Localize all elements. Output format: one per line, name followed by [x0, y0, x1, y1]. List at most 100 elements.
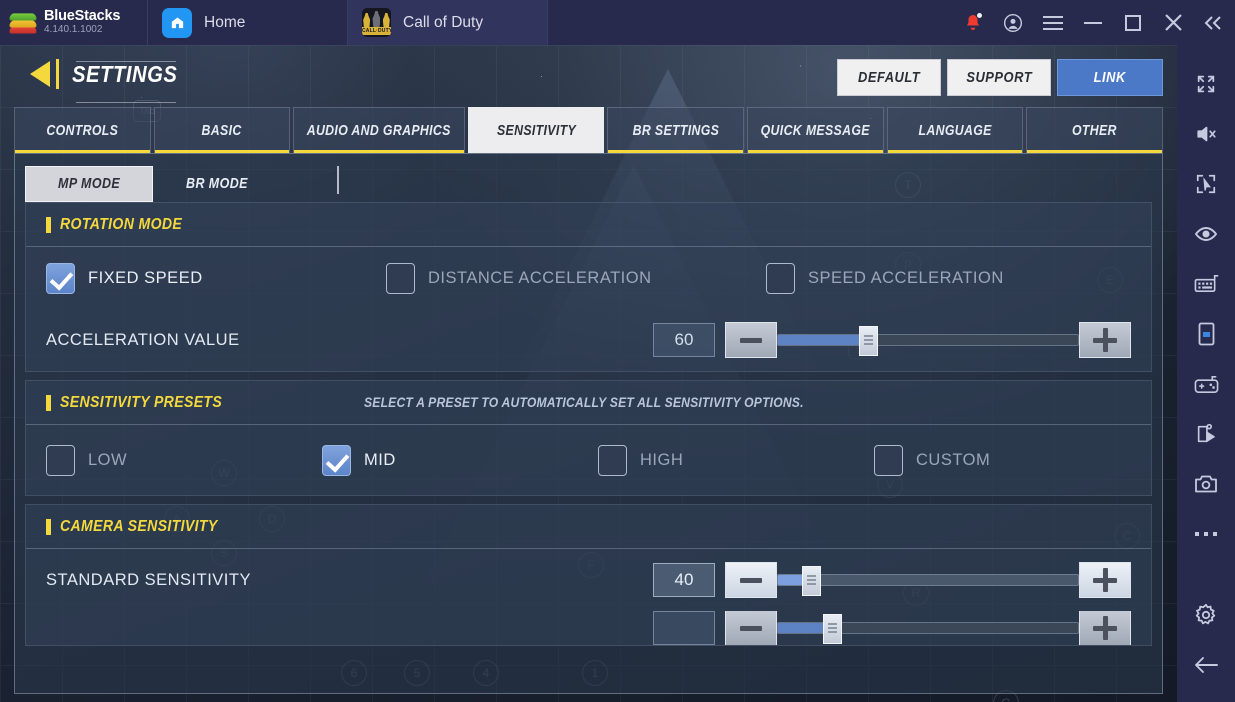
fullscreen-icon[interactable] — [1177, 59, 1235, 109]
acceleration-increase-button[interactable] — [1079, 322, 1131, 358]
partial-slider-handle[interactable] — [823, 614, 842, 644]
tab-sensitivity[interactable]: SENSITIVITY — [467, 107, 605, 153]
settings-gear-icon[interactable] — [1177, 590, 1235, 640]
gamepad-icon[interactable] — [1177, 359, 1235, 409]
plus-icon — [1093, 328, 1117, 352]
tab-controls-label: CONTROLS — [46, 122, 119, 139]
window-tab-home-label: Home — [204, 13, 246, 31]
next-sensitivity-row-partial — [26, 611, 1151, 645]
account-icon[interactable] — [993, 0, 1033, 45]
checkbox-preset-mid[interactable]: MID — [322, 444, 598, 476]
acceleration-value-slider-group: 60 — [653, 322, 1131, 358]
title-rule-bottom — [76, 102, 176, 103]
speed-acceleration-checkbox-icon[interactable] — [766, 262, 795, 294]
partial-value-box[interactable] — [653, 611, 715, 645]
subtab-br-mode-label: BR MODE — [186, 176, 248, 192]
window-tab-call-of-duty[interactable]: CALL·DUTY Call of Duty — [348, 0, 548, 45]
preset-mid-checkbox-icon[interactable] — [322, 444, 351, 476]
partial-track-wrap[interactable] — [777, 614, 1079, 644]
section-camera-sensitivity-title: CAMERA SENSITIVITY — [60, 517, 218, 535]
collapse-sidebar-icon[interactable] — [1193, 0, 1233, 45]
standard-sensitivity-slider[interactable] — [725, 562, 1131, 598]
tab-language[interactable]: LANGUAGE — [886, 107, 1024, 153]
acceleration-track[interactable] — [777, 326, 1079, 356]
tab-basic-label: BASIC — [201, 122, 243, 139]
close-icon[interactable] — [1153, 0, 1193, 45]
settings-content-card: MP MODE BR MODE ROTATION MODE FIXED SPEE… — [14, 153, 1163, 694]
acceleration-value-box[interactable]: 60 — [653, 323, 715, 357]
tab-br-settings[interactable]: BR SETTINGS — [607, 107, 745, 153]
standard-sensitivity-slider-handle[interactable] — [802, 566, 821, 596]
more-options-icon[interactable] — [1177, 509, 1235, 559]
titlebar-spacer — [548, 0, 953, 45]
standard-sensitivity-track-wrap[interactable] — [777, 566, 1079, 596]
default-button[interactable]: DEFAULT — [837, 59, 941, 96]
checkbox-preset-high[interactable]: HIGH — [598, 444, 874, 476]
tab-audio-and-graphics[interactable]: AUDIO AND GRAPHICS — [293, 107, 465, 153]
tab-audio-and-graphics-label: AUDIO AND GRAPHICS — [307, 122, 451, 139]
support-button[interactable]: SUPPORT — [947, 59, 1051, 96]
partial-slider[interactable] — [725, 611, 1131, 645]
minimize-icon[interactable] — [1073, 0, 1113, 45]
screen-record-icon[interactable] — [1177, 409, 1235, 459]
distance-acceleration-label: DISTANCE ACCELERATION — [428, 268, 652, 287]
tab-language-label: LANGUAGE — [918, 122, 992, 139]
tab-quick-message[interactable]: QUICK MESSAGE — [747, 107, 884, 153]
partial-decrease-button[interactable] — [725, 611, 777, 645]
preset-custom-label: CUSTOM — [916, 450, 991, 469]
section-rotation-mode-title: ROTATION MODE — [60, 215, 183, 233]
tab-other[interactable]: OTHER — [1026, 107, 1163, 153]
standard-sensitivity-decrease-button[interactable] — [725, 562, 777, 598]
tab-controls[interactable]: CONTROLS — [14, 107, 151, 153]
page-title: SETTINGS — [72, 60, 178, 87]
portrait-mode-icon[interactable] — [1177, 309, 1235, 359]
acceleration-track-wrap[interactable] — [777, 326, 1079, 356]
distance-acceleration-checkbox-icon[interactable] — [386, 262, 415, 294]
speed-acceleration-label: SPEED ACCELERATION — [808, 268, 1004, 287]
standard-sensitivity-value-box[interactable]: 40 — [653, 563, 715, 597]
settings-panel: SETTINGS DEFAULT SUPPORT LINK CONTROLS B… — [0, 45, 1177, 702]
settings-scroll-area[interactable]: ROTATION MODE FIXED SPEED DISTANCE ACCEL… — [15, 202, 1162, 693]
preset-custom-checkbox-icon[interactable] — [874, 444, 903, 476]
tab-br-settings-label: BR SETTINGS — [632, 122, 719, 139]
mute-icon[interactable] — [1177, 109, 1235, 159]
preset-low-checkbox-icon[interactable] — [46, 444, 75, 476]
subtab-mp-mode[interactable]: MP MODE — [25, 166, 153, 202]
tab-basic[interactable]: BASIC — [153, 107, 291, 153]
cursor-lock-icon[interactable] — [1177, 159, 1235, 209]
screenshot-icon[interactable] — [1177, 459, 1235, 509]
partial-track[interactable] — [777, 614, 1079, 644]
acceleration-decrease-button[interactable] — [725, 322, 777, 358]
sensitivity-presets-note: SELECT A PRESET TO AUTOMATICALLY SET ALL… — [364, 395, 804, 410]
checkbox-preset-custom[interactable]: CUSTOM — [874, 444, 991, 476]
preset-high-checkbox-icon[interactable] — [598, 444, 627, 476]
link-button[interactable]: LINK — [1057, 59, 1163, 96]
standard-sensitivity-track[interactable] — [777, 566, 1079, 596]
checkbox-preset-low[interactable]: LOW — [46, 444, 322, 476]
subtab-br-mode[interactable]: BR MODE — [153, 166, 281, 202]
maximize-icon[interactable] — [1113, 0, 1153, 45]
checkbox-fixed-speed[interactable]: FIXED SPEED — [46, 262, 386, 294]
checkbox-distance-acceleration[interactable]: DISTANCE ACCELERATION — [386, 262, 766, 294]
bluestacks-logo-icon — [8, 11, 38, 35]
partial-increase-button[interactable] — [1079, 611, 1131, 645]
fixed-speed-checkbox-icon[interactable] — [46, 262, 75, 294]
section-sensitivity-presets-header: SENSITIVITY PRESETS SELECT A PRESET TO A… — [26, 381, 1151, 425]
notifications-bell-icon[interactable] — [953, 0, 993, 45]
settings-tabs: CONTROLS BASIC AUDIO AND GRAPHICS SENSIT… — [0, 107, 1177, 153]
acceleration-value-slider[interactable] — [725, 322, 1131, 358]
hamburger-menu-icon[interactable] — [1033, 0, 1073, 45]
minus-icon — [740, 625, 762, 631]
eye-icon[interactable] — [1177, 209, 1235, 259]
back-arrow-icon[interactable] — [28, 59, 62, 89]
title-bar: BlueStacks 4.140.1.1002 Home CALL·DUTY C… — [0, 0, 1235, 45]
checkbox-speed-acceleration[interactable]: SPEED ACCELERATION — [766, 262, 1004, 294]
plus-icon — [1093, 568, 1117, 592]
call-of-duty-icon: CALL·DUTY — [362, 8, 391, 37]
back-arrow-icon[interactable] — [1177, 640, 1235, 690]
keyboard-controls-icon[interactable] — [1177, 259, 1235, 309]
standard-sensitivity-label: STANDARD SENSITIVITY — [46, 570, 251, 589]
acceleration-slider-handle[interactable] — [859, 326, 878, 356]
standard-sensitivity-increase-button[interactable] — [1079, 562, 1131, 598]
window-tab-home[interactable]: Home — [148, 0, 348, 45]
